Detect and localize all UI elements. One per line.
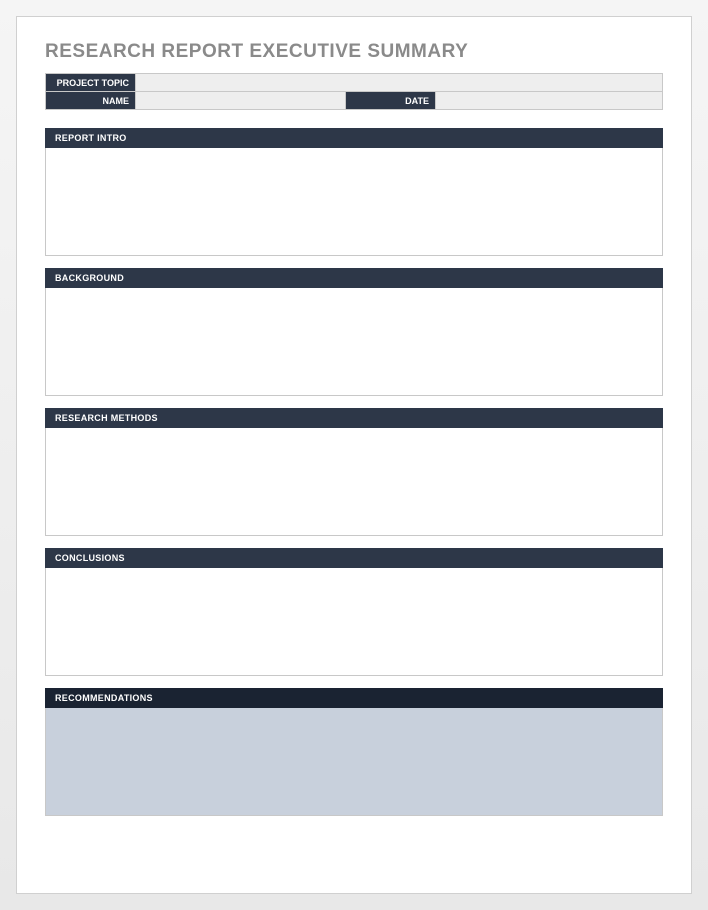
section-report-intro: REPORT INTRO (45, 128, 663, 256)
date-label: DATE (346, 92, 436, 110)
name-label: NAME (46, 92, 136, 110)
name-field[interactable] (136, 92, 346, 110)
section-header-report-intro: REPORT INTRO (45, 128, 663, 148)
section-background: BACKGROUND (45, 268, 663, 396)
section-research-methods: RESEARCH METHODS (45, 408, 663, 536)
section-body-background[interactable] (45, 288, 663, 396)
section-body-conclusions[interactable] (45, 568, 663, 676)
page-title: RESEARCH REPORT EXECUTIVE SUMMARY (45, 41, 663, 63)
section-header-background: BACKGROUND (45, 268, 663, 288)
section-gap (45, 536, 663, 548)
section-gap (45, 396, 663, 408)
meta-table: PROJECT TOPIC NAME DATE (45, 73, 663, 110)
project-topic-label: PROJECT TOPIC (46, 74, 136, 92)
section-conclusions: CONCLUSIONS (45, 548, 663, 676)
section-body-report-intro[interactable] (45, 148, 663, 256)
section-recommendations: RECOMMENDATIONS (45, 688, 663, 816)
section-header-research-methods: RESEARCH METHODS (45, 408, 663, 428)
section-gap (45, 256, 663, 268)
project-topic-field[interactable] (136, 74, 663, 92)
section-header-conclusions: CONCLUSIONS (45, 548, 663, 568)
section-body-recommendations[interactable] (45, 708, 663, 816)
section-header-recommendations: RECOMMENDATIONS (45, 688, 663, 708)
section-gap (45, 676, 663, 688)
document-page: RESEARCH REPORT EXECUTIVE SUMMARY PROJEC… (16, 16, 692, 894)
date-field[interactable] (436, 92, 663, 110)
section-body-research-methods[interactable] (45, 428, 663, 536)
